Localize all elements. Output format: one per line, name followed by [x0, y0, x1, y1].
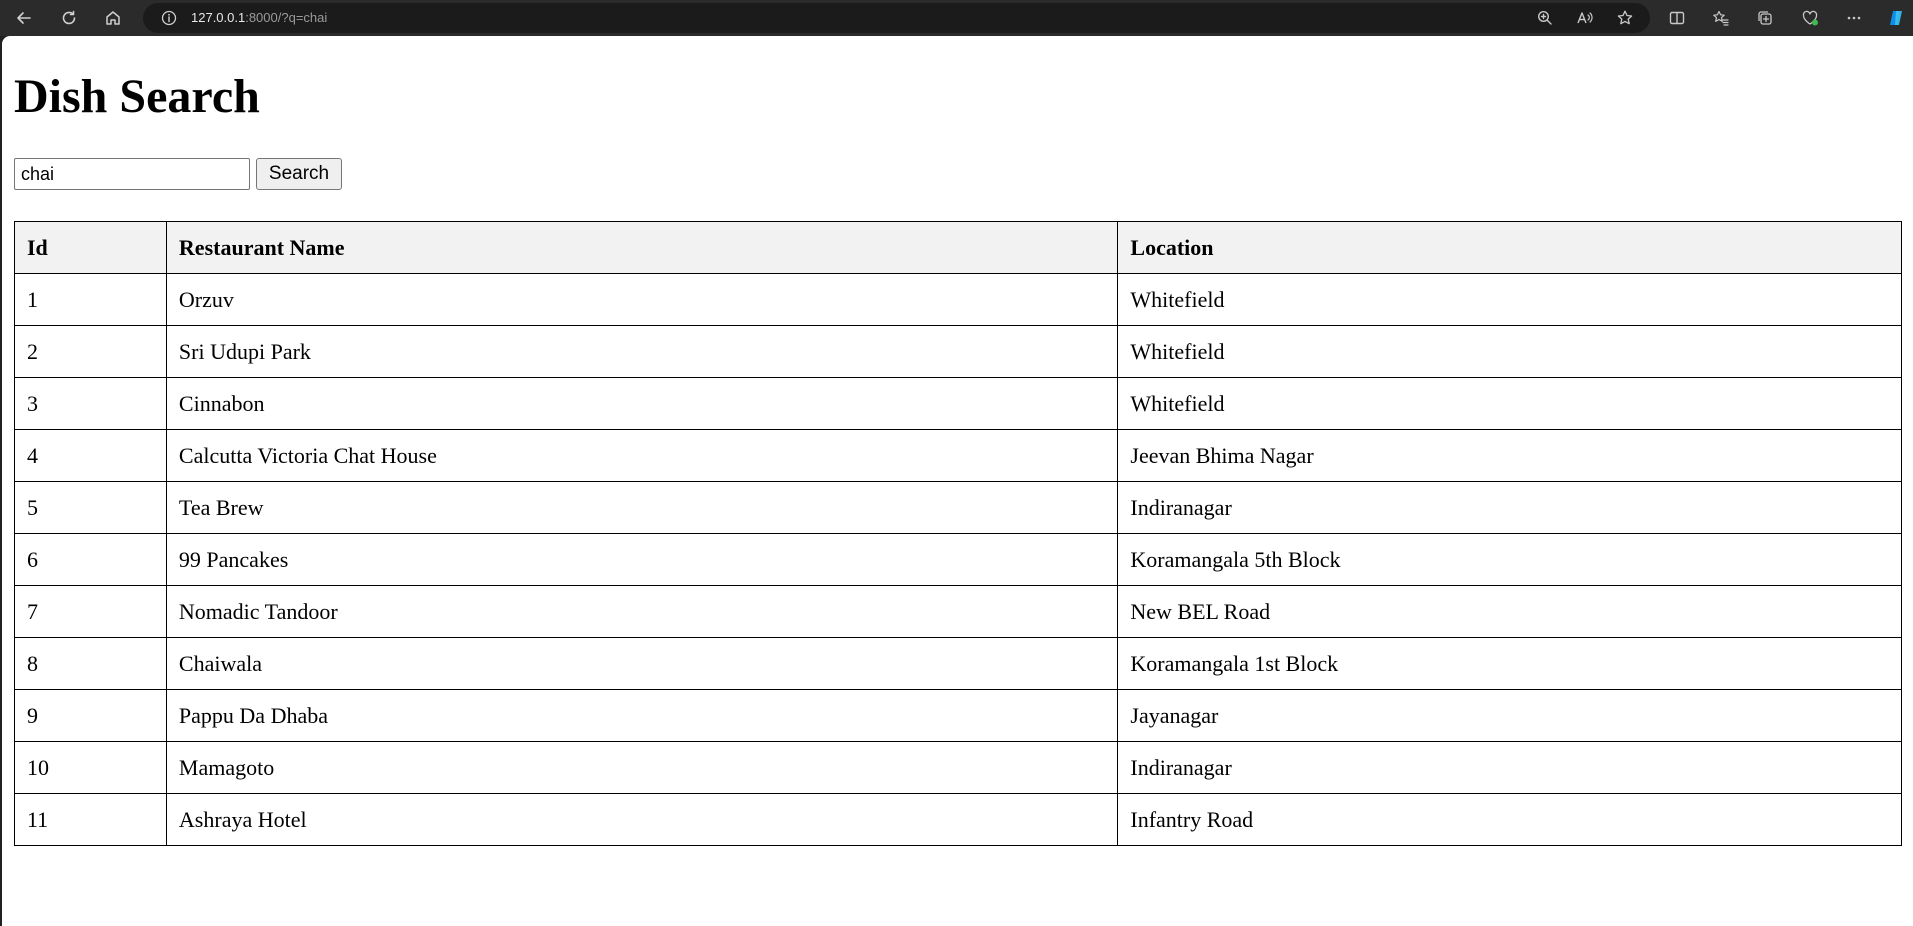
refresh-button[interactable] — [55, 4, 83, 32]
favorite-star-icon[interactable] — [1616, 9, 1634, 27]
table-row: 10 Mamagoto Indiranagar — [14, 741, 1902, 794]
cell-id: 10 — [14, 741, 167, 794]
cell-id: 8 — [14, 637, 167, 690]
address-bar[interactable]: 127.0.0.1:8000/?q=chai — [143, 3, 1650, 33]
copilot-button[interactable] — [1883, 5, 1909, 31]
cell-restaurant-name: Mamagoto — [165, 741, 1119, 794]
page-content: Dish Search Search Id Restaurant Name Lo… — [2, 36, 1913, 926]
more-dots-icon — [1847, 16, 1861, 20]
split-screen-icon — [1669, 11, 1685, 25]
cell-location: Koramangala 1st Block — [1117, 637, 1902, 690]
copilot-icon — [1890, 11, 1902, 25]
table-row: 3 Cinnabon Whitefield — [14, 377, 1902, 430]
favorites-list-icon — [1713, 10, 1729, 26]
header-location: Location — [1117, 221, 1902, 274]
cell-restaurant-name: Calcutta Victoria Chat House — [165, 429, 1119, 482]
address-host: 127.0.0.1 — [191, 10, 246, 25]
split-screen-button[interactable] — [1664, 5, 1690, 31]
header-id: Id — [14, 221, 167, 274]
collections-icon — [1758, 11, 1772, 25]
favorites-button[interactable] — [1708, 5, 1734, 31]
cell-location: Koramangala 5th Block — [1117, 533, 1902, 586]
page-title: Dish Search — [14, 70, 260, 123]
cell-location: New BEL Road — [1117, 585, 1902, 638]
table-row: 6 99 Pancakes Koramangala 5th Block — [14, 533, 1902, 586]
home-icon — [106, 11, 120, 25]
header-restaurant-name: Restaurant Name — [165, 221, 1119, 274]
cell-id: 4 — [14, 429, 167, 482]
read-aloud-icon[interactable] — [1576, 9, 1594, 27]
cell-location: Indiranagar — [1117, 481, 1902, 534]
cell-location: Jayanagar — [1117, 689, 1902, 742]
cell-id: 6 — [14, 533, 167, 586]
cell-location: Infantry Road — [1117, 793, 1902, 846]
cell-restaurant-name: Pappu Da Dhaba — [165, 689, 1119, 742]
cell-location: Jeevan Bhima Nagar — [1117, 429, 1902, 482]
cell-id: 1 — [14, 273, 167, 326]
site-info-icon[interactable] — [161, 10, 177, 26]
cell-location: Whitefield — [1117, 273, 1902, 326]
cell-restaurant-name: Tea Brew — [165, 481, 1119, 534]
cell-restaurant-name: 99 Pancakes — [165, 533, 1119, 586]
cell-location: Indiranagar — [1117, 741, 1902, 794]
refresh-icon — [62, 10, 76, 25]
results-table: Id Restaurant Name Location 1 Orzuv Whit… — [14, 221, 1902, 846]
table-row: 11 Ashraya Hotel Infantry Road — [14, 793, 1902, 846]
table-header-row: Id Restaurant Name Location — [14, 221, 1902, 274]
cell-id: 7 — [14, 585, 167, 638]
table-row: 2 Sri Udupi Park Whitefield — [14, 325, 1902, 378]
search-input[interactable] — [14, 158, 250, 190]
address-path: :8000/?q=chai — [245, 10, 328, 25]
table-row: 7 Nomadic Tandoor New BEL Road — [14, 585, 1902, 638]
back-arrow-icon — [17, 12, 31, 24]
cell-id: 2 — [14, 325, 167, 378]
heart-pulse-icon — [1802, 10, 1818, 26]
browser-toolbar: 127.0.0.1:8000/?q=chai — [0, 0, 1913, 36]
collections-button[interactable] — [1752, 5, 1778, 31]
cell-id: 11 — [14, 793, 167, 846]
table-row: 4 Calcutta Victoria Chat House Jeevan Bh… — [14, 429, 1902, 482]
cell-restaurant-name: Sri Udupi Park — [165, 325, 1119, 378]
browser-essentials-button[interactable] — [1797, 5, 1823, 31]
cell-id: 9 — [14, 689, 167, 742]
cell-location: Whitefield — [1117, 377, 1902, 430]
back-button[interactable] — [10, 4, 38, 32]
table-row: 5 Tea Brew Indiranagar — [14, 481, 1902, 534]
cell-restaurant-name: Cinnabon — [165, 377, 1119, 430]
home-button[interactable] — [99, 4, 127, 32]
table-row: 8 Chaiwala Koramangala 1st Block — [14, 637, 1902, 690]
cell-restaurant-name: Orzuv — [165, 273, 1119, 326]
address-url[interactable]: 127.0.0.1:8000/?q=chai — [191, 3, 327, 33]
cell-restaurant-name: Nomadic Tandoor — [165, 585, 1119, 638]
cell-restaurant-name: Chaiwala — [165, 637, 1119, 690]
cell-location: Whitefield — [1117, 325, 1902, 378]
more-options-button[interactable] — [1841, 5, 1867, 31]
zoom-icon[interactable] — [1536, 9, 1554, 27]
cell-id: 5 — [14, 481, 167, 534]
table-row: 9 Pappu Da Dhaba Jayanagar — [14, 689, 1902, 742]
cell-restaurant-name: Ashraya Hotel — [165, 793, 1119, 846]
table-row: 1 Orzuv Whitefield — [14, 273, 1902, 326]
search-button[interactable]: Search — [256, 158, 342, 190]
cell-id: 3 — [14, 377, 167, 430]
